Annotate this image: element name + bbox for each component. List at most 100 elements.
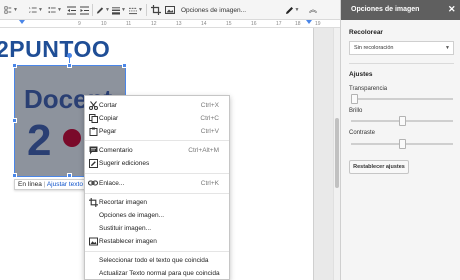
- increase-indent-button[interactable]: [79, 3, 90, 17]
- menu-item-link[interactable]: Enlace... Ctrl+K: [85, 177, 229, 189]
- recolor-label: Recolorear: [349, 29, 383, 36]
- chevron-down-icon: ▼: [57, 7, 62, 13]
- ruler-number: 12: [151, 21, 157, 27]
- menu-item-paste[interactable]: Pegar Ctrl+V: [85, 125, 229, 137]
- menu-item-copy[interactable]: Copiar Ctrl+C: [85, 112, 229, 124]
- ruler-number: 9: [78, 21, 81, 27]
- menu-item-shortcut: Ctrl+Alt+M: [188, 146, 219, 154]
- chevron-down-icon: ▼: [13, 7, 18, 13]
- transparency-slider[interactable]: [351, 94, 453, 104]
- menu-item-label: Recortar imagen: [99, 198, 148, 206]
- ruler-number: 11: [126, 21, 132, 27]
- left-indent-marker[interactable]: [19, 20, 25, 24]
- ruler-number: 14: [201, 21, 207, 27]
- border-dash-icon: [129, 7, 138, 14]
- increase-indent-icon: [80, 6, 89, 14]
- menu-divider: [85, 140, 229, 141]
- chevron-down-icon: ▼: [38, 7, 43, 13]
- numbered-list-icon: 12: [29, 6, 37, 14]
- recolor-dropdown[interactable]: Sin recoloración ▼: [349, 41, 454, 55]
- menu-item-cut[interactable]: Cortar Ctrl+X: [85, 99, 229, 111]
- crop-button[interactable]: [150, 3, 162, 17]
- menu-item-replace-image[interactable]: Sustituir imagen...: [85, 222, 229, 234]
- page-edge: [313, 28, 314, 280]
- inline-separator: |: [43, 181, 46, 188]
- close-icon[interactable]: ✕: [448, 4, 456, 15]
- resize-handle-top-right[interactable]: [122, 63, 127, 68]
- pencil-icon: [96, 6, 104, 14]
- comment-icon: [88, 145, 98, 155]
- menu-item-label: Restablecer imagen: [99, 237, 157, 245]
- menu-item-label: Sustituir imagen...: [99, 224, 152, 232]
- vertical-scrollbar[interactable]: [333, 28, 340, 280]
- inline-option[interactable]: En línea: [18, 181, 42, 188]
- menu-item-label: Enlace...: [99, 179, 125, 187]
- paste-icon: [88, 126, 98, 136]
- scrollbar-thumb[interactable]: [335, 118, 339, 188]
- brightness-slider-thumb[interactable]: [399, 116, 406, 126]
- resize-handle-top-left[interactable]: [12, 63, 17, 68]
- numbered-list-button[interactable]: 12 ▼: [29, 3, 43, 17]
- rotate-handle[interactable]: [67, 53, 72, 58]
- bulleted-list-button[interactable]: ▼: [48, 3, 62, 17]
- contrast-slider[interactable]: [351, 139, 453, 149]
- menu-item-shortcut: Ctrl+C: [200, 114, 219, 122]
- copy-icon: [88, 113, 98, 123]
- contrast-label: Contraste: [349, 130, 376, 136]
- contrast-slider-thumb[interactable]: [399, 139, 406, 149]
- image-options-button[interactable]: Opciones de imagen...: [181, 3, 269, 17]
- context-menu: Cortar Ctrl+X Copiar Ctrl+C Pegar Ctrl+V…: [84, 95, 230, 280]
- ruler-number: 13: [176, 21, 182, 27]
- link-icon: [88, 178, 98, 188]
- border-weight-button[interactable]: ▼: [112, 3, 126, 17]
- collapse-toolbar-button[interactable]: ︽: [308, 3, 318, 17]
- resize-handle-left[interactable]: [12, 118, 17, 123]
- toolbar-divider: [92, 4, 93, 16]
- transparency-slider-thumb[interactable]: [351, 94, 358, 104]
- menu-item-label: Pegar: [99, 127, 117, 135]
- reset-image-icon: [88, 236, 98, 246]
- editing-mode-button[interactable]: ▼: [284, 3, 300, 17]
- checklist-button[interactable]: ▼: [4, 3, 18, 17]
- ruler-number: 17: [276, 21, 282, 27]
- menu-item-label: Cortar: [99, 101, 118, 109]
- border-dash-button[interactable]: ▼: [129, 3, 143, 17]
- resize-handle-bottom-left[interactable]: [12, 173, 17, 178]
- right-indent-marker[interactable]: [306, 20, 312, 24]
- reset-image-button[interactable]: [164, 3, 176, 17]
- toolbar: ▼ 12 ▼ ▼ ▼ ▼ ▼ Opciones de imagen... ▼ ︽: [0, 0, 340, 20]
- wrap-text-link[interactable]: Ajustar texto: [47, 181, 83, 188]
- reset-adjustments-button[interactable]: Restablecer ajustes: [349, 160, 409, 174]
- brightness-slider[interactable]: [351, 116, 453, 126]
- toolbar-divider: [146, 4, 147, 16]
- scissors-icon: [88, 100, 98, 110]
- crop-icon: [88, 197, 98, 207]
- resize-handle-bottom[interactable]: [67, 173, 72, 178]
- menu-item-reset-image[interactable]: Restablecer imagen: [85, 235, 229, 247]
- brightness-label: Brillo: [349, 108, 363, 114]
- image-red-dot: [63, 129, 81, 147]
- chevron-down-icon: ▼: [138, 7, 143, 13]
- image-inline-bar: En línea | Ajustar texto: [14, 179, 86, 190]
- ruler-number: 19: [315, 21, 321, 27]
- logo-text: 2PUNTOO: [0, 36, 111, 62]
- menu-item-select-matching-text[interactable]: Seleccionar todo el texto que coincida: [85, 254, 229, 266]
- ruler[interactable]: 9 10 11 12 13 14 15 16 17 18 19: [0, 20, 340, 28]
- menu-item-label: Opciones de imagen...: [99, 211, 165, 219]
- bulleted-list-icon: [48, 7, 56, 13]
- adjustments-label: Ajustes: [349, 71, 373, 78]
- decrease-indent-button[interactable]: [66, 3, 77, 17]
- menu-item-suggest-edits[interactable]: Sugerir ediciones: [85, 157, 229, 169]
- reset-image-icon: [165, 6, 175, 14]
- menu-item-comment[interactable]: Comentario Ctrl+Alt+M: [85, 144, 229, 156]
- menu-item-update-normal-text[interactable]: Actualizar Texto normal para que coincid…: [85, 267, 229, 279]
- crop-icon: [151, 5, 161, 15]
- menu-item-label: Sugerir ediciones: [99, 159, 150, 167]
- menu-item-crop-image[interactable]: Recortar imagen: [85, 196, 229, 208]
- menu-divider: [85, 173, 229, 174]
- border-color-button[interactable]: ▼: [96, 3, 110, 17]
- resize-handle-top[interactable]: [67, 63, 72, 68]
- menu-item-image-options[interactable]: Opciones de imagen...: [85, 209, 229, 221]
- menu-item-label: Seleccionar todo el texto que coincida: [99, 256, 209, 264]
- border-weight-icon: [112, 6, 121, 15]
